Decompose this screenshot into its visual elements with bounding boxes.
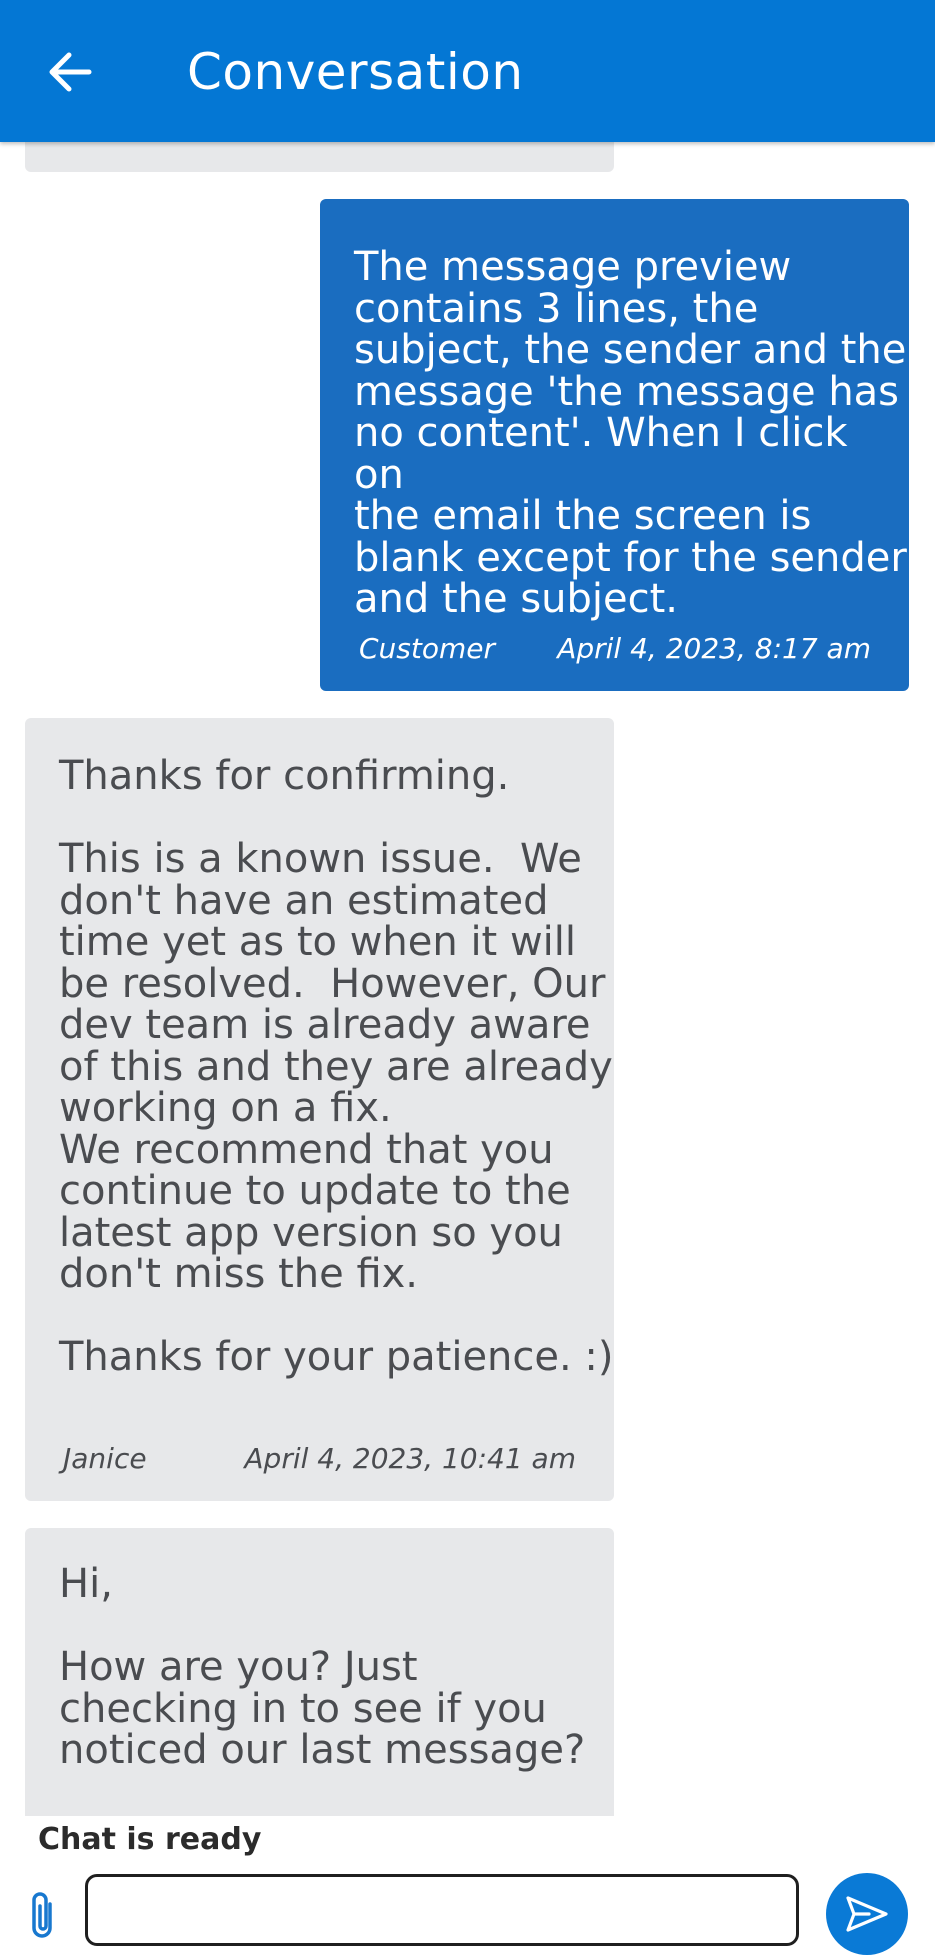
paperclip-icon <box>32 1892 52 1938</box>
page-title: Conversation <box>187 43 524 101</box>
message-bubble-agent-followup: Hi, How are you? Just checking in to see… <box>25 1528 614 1816</box>
chat-status: Chat is ready <box>38 1822 262 1857</box>
back-button[interactable] <box>44 46 96 98</box>
conversation-screen: Conversation The message preview contain… <box>0 0 935 1960</box>
message-text: The message preview contains 3 lines, th… <box>354 244 907 622</box>
message-timestamp: April 4, 2023, 10:41 am <box>244 1442 576 1475</box>
message-sender: Janice <box>63 1442 147 1475</box>
message-bubble-customer: The message preview contains 3 lines, th… <box>320 199 909 691</box>
message-text: Hi, How are you? Just checking in to see… <box>59 1561 586 1773</box>
send-button[interactable] <box>826 1873 908 1955</box>
send-icon <box>846 1896 888 1932</box>
message-bubble-previous <box>25 142 614 172</box>
message-text: Thanks for confirming. This is a known i… <box>59 753 614 1380</box>
message-bubble-agent: Thanks for confirming. This is a known i… <box>25 718 614 1501</box>
message-sender: Customer <box>359 632 496 665</box>
arrow-left-icon <box>49 52 92 92</box>
message-input[interactable] <box>85 1874 799 1946</box>
message-list[interactable]: The message preview contains 3 lines, th… <box>0 142 935 1816</box>
app-header: Conversation <box>0 0 935 142</box>
message-timestamp: April 4, 2023, 8:17 am <box>557 632 871 665</box>
attach-button[interactable] <box>24 1890 60 1942</box>
